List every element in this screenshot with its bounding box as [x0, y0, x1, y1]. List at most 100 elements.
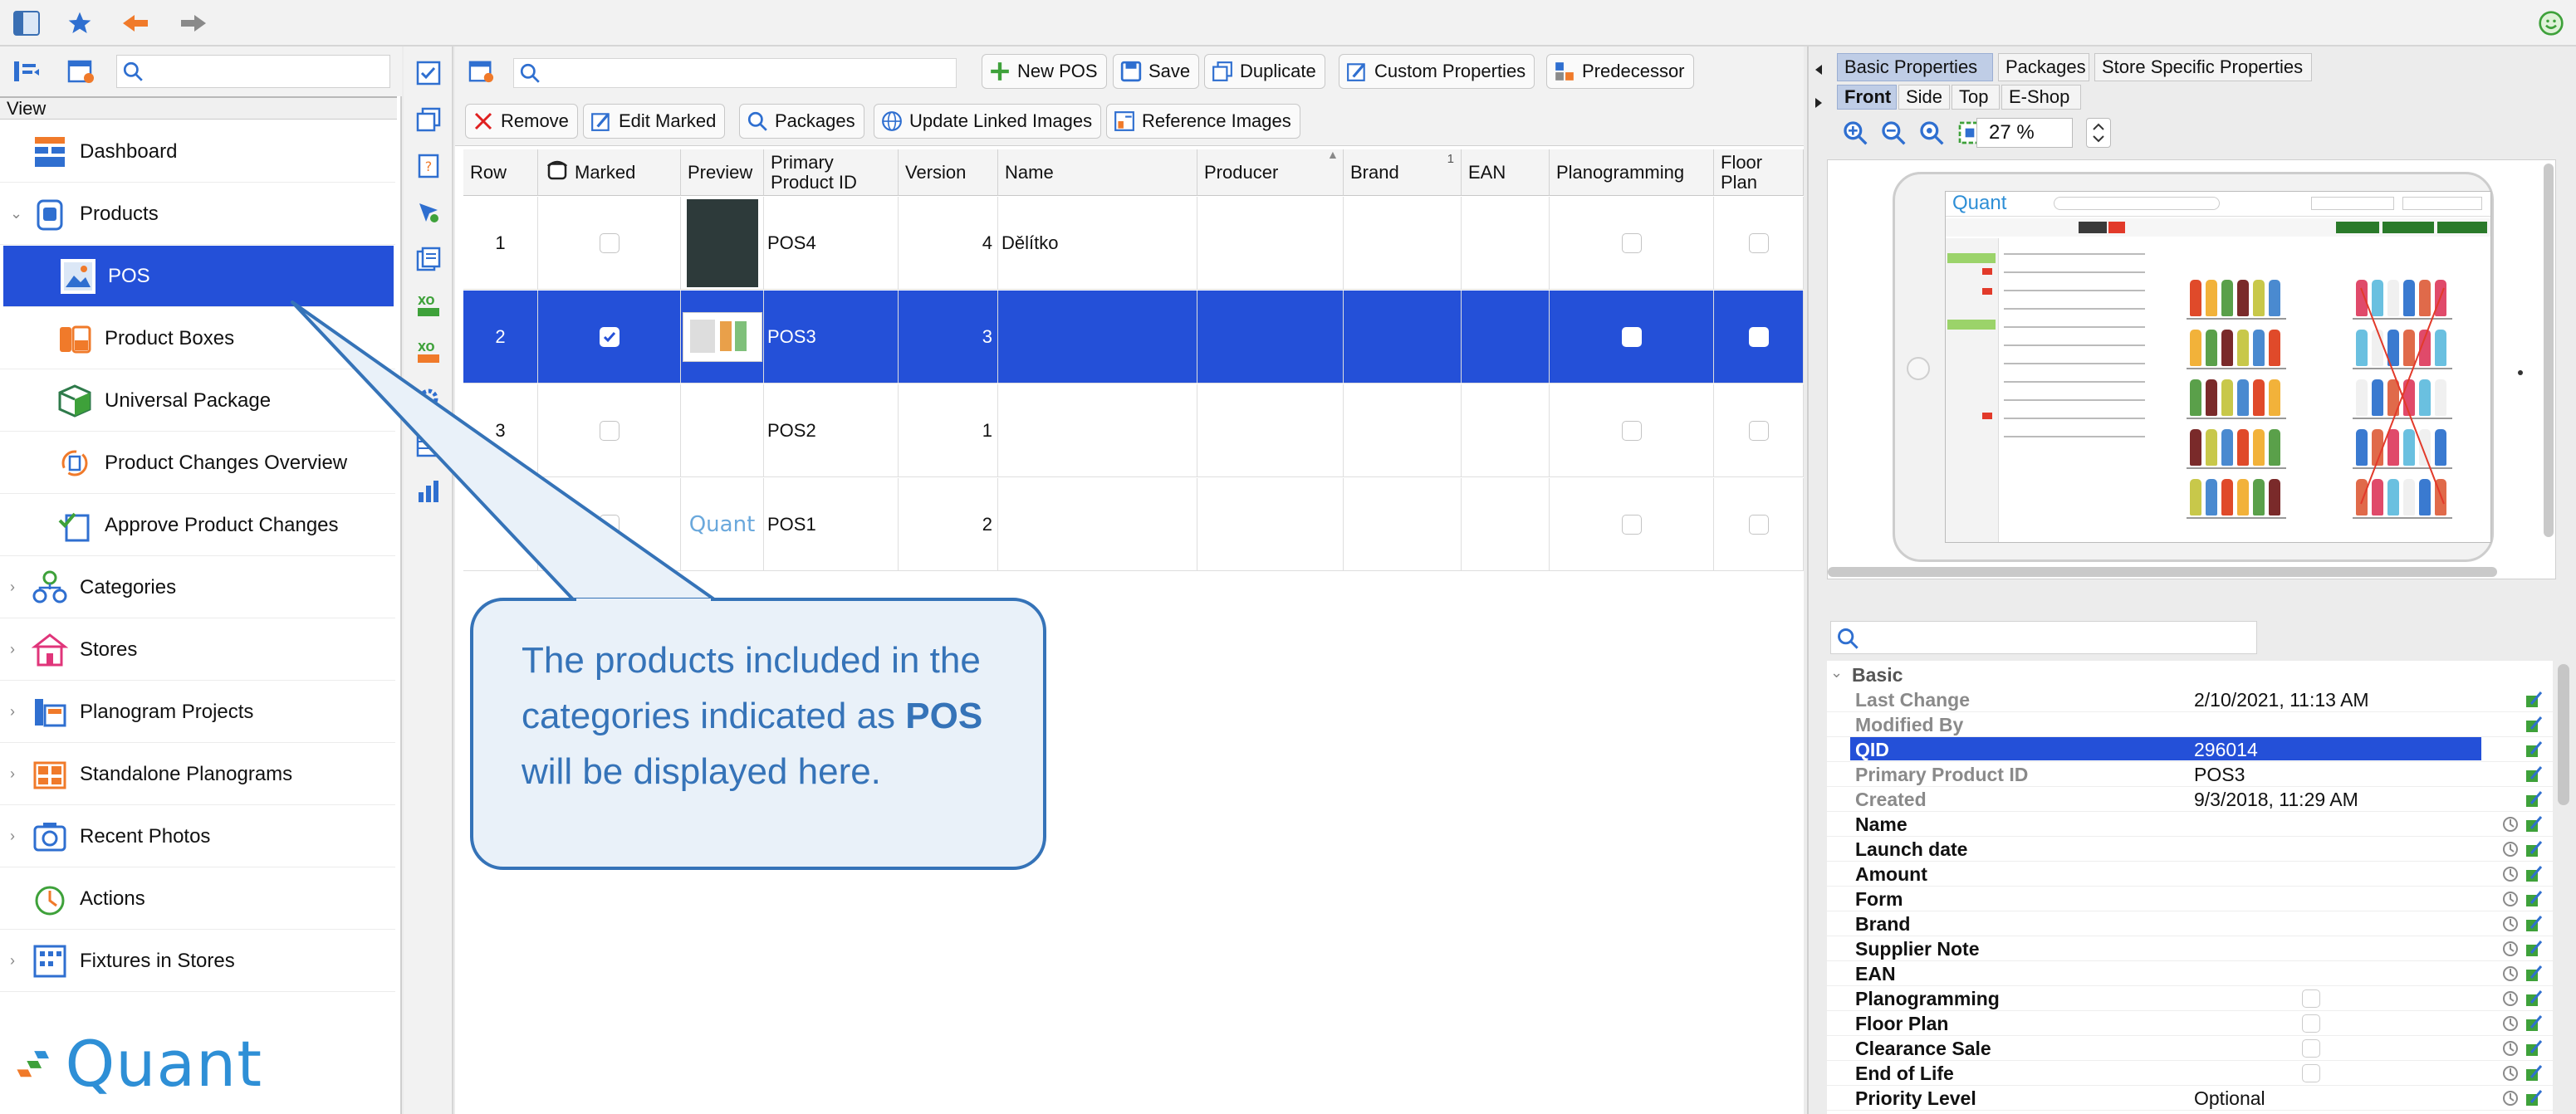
edit-property-icon[interactable]: [2525, 815, 2543, 833]
property-label: Primary Product ID: [1855, 764, 2029, 785]
edit-property-icon[interactable]: [2525, 915, 2543, 933]
history-icon[interactable]: [2501, 865, 2520, 883]
edit-property-icon[interactable]: [2525, 940, 2543, 958]
planogram-shelf-right: [2353, 271, 2452, 520]
property-row-brand[interactable]: Brand: [1827, 911, 2553, 936]
property-row-amount[interactable]: Amount: [1827, 862, 2553, 887]
property-checkbox[interactable]: [2302, 1014, 2320, 1033]
property-label: Floor Plan: [1855, 1013, 1949, 1034]
property-value[interactable]: 2/10/2021, 11:13 AM: [2194, 689, 2369, 711]
edit-property-icon[interactable]: [2525, 865, 2543, 883]
property-row-primary-product-id[interactable]: Primary Product ID POS3: [1827, 762, 2553, 787]
edit-property-icon[interactable]: [2525, 1089, 2543, 1107]
history-icon[interactable]: [2501, 1064, 2520, 1082]
property-label: Launch date: [1855, 838, 1968, 860]
zoom-reset-icon[interactable]: [1918, 120, 1945, 146]
property-row-form[interactable]: Form: [1827, 887, 2553, 911]
property-row-supplier-note[interactable]: Supplier Note: [1827, 936, 2553, 961]
history-icon[interactable]: [2501, 840, 2520, 858]
property-row-clearance-sale[interactable]: Clearance Sale: [1827, 1036, 2553, 1061]
edit-property-icon[interactable]: [2525, 890, 2543, 908]
view-tab-side[interactable]: Side: [1898, 85, 1950, 110]
property-row-created[interactable]: Created 9/3/2018, 11:29 AM: [1827, 787, 2553, 812]
edit-property-icon[interactable]: [2525, 965, 2543, 983]
edit-property-icon[interactable]: [2525, 691, 2543, 709]
history-icon[interactable]: [2501, 1039, 2520, 1058]
property-checkbox[interactable]: [2302, 989, 2320, 1008]
zoom-out-icon[interactable]: [1880, 120, 1907, 146]
chevron-down-icon: ⌄: [1830, 664, 1844, 681]
view-tab-top[interactable]: Top: [1952, 85, 2000, 110]
zoom-stepper[interactable]: [2086, 118, 2111, 148]
property-row-modified-by[interactable]: Modified By: [1827, 712, 2553, 737]
property-label: Name: [1855, 814, 1908, 835]
property-label: EAN: [1855, 963, 1896, 985]
history-icon[interactable]: [2501, 989, 2520, 1008]
edit-property-icon[interactable]: [2525, 840, 2543, 858]
property-row-launch-date[interactable]: Launch date: [1827, 837, 2553, 862]
edit-property-icon[interactable]: [2525, 740, 2543, 759]
view-tab-front[interactable]: Front: [1837, 85, 1897, 110]
property-label: Clearance Sale: [1855, 1038, 1991, 1059]
search-icon: [1838, 628, 1859, 649]
history-icon[interactable]: [2501, 890, 2520, 908]
edit-property-icon[interactable]: [2525, 1014, 2543, 1033]
panel-collapse-arrows-icon[interactable]: [1812, 61, 1825, 111]
zoom-level-field[interactable]: 27 %: [1976, 118, 2073, 148]
property-checkbox[interactable]: [2302, 1064, 2320, 1082]
property-value[interactable]: Optional: [2194, 1087, 2265, 1110]
history-icon[interactable]: [2501, 1089, 2520, 1107]
preview-horizontal-scrollbar[interactable]: [1828, 567, 2497, 577]
tab-packages[interactable]: Packages: [1998, 53, 2089, 81]
edit-property-icon[interactable]: [2525, 1039, 2543, 1058]
property-value[interactable]: 296014: [2194, 739, 2258, 761]
property-label: Last Change: [1855, 689, 1971, 711]
preview-vertical-scrollbar[interactable]: [2544, 164, 2554, 537]
zoom-in-icon[interactable]: [1842, 120, 1868, 146]
property-row-last-change[interactable]: Last Change 2/10/2021, 11:13 AM: [1827, 687, 2553, 712]
zoom-controls: [1842, 116, 1983, 149]
property-row-planogramming[interactable]: Planogramming: [1827, 986, 2553, 1011]
properties-search-input[interactable]: [1830, 621, 2257, 654]
history-icon[interactable]: [2501, 940, 2520, 958]
property-row-ean[interactable]: EAN: [1827, 961, 2553, 986]
property-label: End of Life: [1855, 1063, 1954, 1084]
property-label: QID: [1855, 739, 1889, 760]
property-row-name[interactable]: Name: [1827, 812, 2553, 837]
edit-property-icon[interactable]: [2525, 716, 2543, 734]
tab-store-specific-properties[interactable]: Store Specific Properties: [2094, 53, 2312, 81]
property-label: Planogramming: [1855, 988, 2000, 1009]
tablet-home-button: [1907, 357, 1930, 380]
property-value[interactable]: 9/3/2018, 11:29 AM: [2194, 789, 2358, 811]
product-preview: Quant: [1827, 159, 2556, 579]
property-label: Amount: [1855, 863, 1927, 885]
properties-panel: Basic Properties Packages Store Specific P…: [1807, 46, 2576, 1114]
property-checkbox[interactable]: [2302, 1039, 2320, 1058]
view-tab-e-shop[interactable]: E-Shop: [2001, 85, 2081, 110]
properties-vertical-scrollbar[interactable]: [2558, 664, 2569, 805]
tablet-device-image: Quant: [1893, 172, 2523, 562]
history-icon[interactable]: [2501, 965, 2520, 983]
property-label: Brand: [1855, 913, 1911, 935]
history-icon[interactable]: [2501, 1014, 2520, 1033]
history-icon[interactable]: [2501, 915, 2520, 933]
planogram-shelf-left: [2187, 271, 2286, 520]
property-label: Supplier Note: [1855, 938, 1980, 960]
properties-table: ⌄ Basic Last Change 2/10/2021, 11:13 AM Mo…: [1827, 661, 2553, 1114]
property-row-floor-plan[interactable]: Floor Plan: [1827, 1011, 2553, 1036]
property-row-priority-level[interactable]: Priority Level Optional: [1827, 1086, 2553, 1111]
edit-property-icon[interactable]: [2525, 1064, 2543, 1082]
tab-basic-properties[interactable]: Basic Properties: [1837, 53, 1993, 81]
edit-property-icon[interactable]: [2525, 790, 2543, 809]
stepper-arrows-icon: [2093, 123, 2104, 143]
edit-property-icon[interactable]: [2525, 765, 2543, 784]
tablet-screen-content: Quant: [1945, 191, 2491, 543]
property-label: Form: [1855, 888, 1903, 910]
property-label: Priority Level: [1855, 1087, 1976, 1109]
history-icon[interactable]: [2501, 815, 2520, 833]
property-value[interactable]: POS3: [2194, 764, 2245, 786]
property-label: Created: [1855, 789, 1927, 810]
property-row-qid[interactable]: QID 296014: [1827, 737, 2553, 762]
property-row-end-of-life[interactable]: End of Life: [1827, 1061, 2553, 1086]
edit-property-icon[interactable]: [2525, 989, 2543, 1008]
